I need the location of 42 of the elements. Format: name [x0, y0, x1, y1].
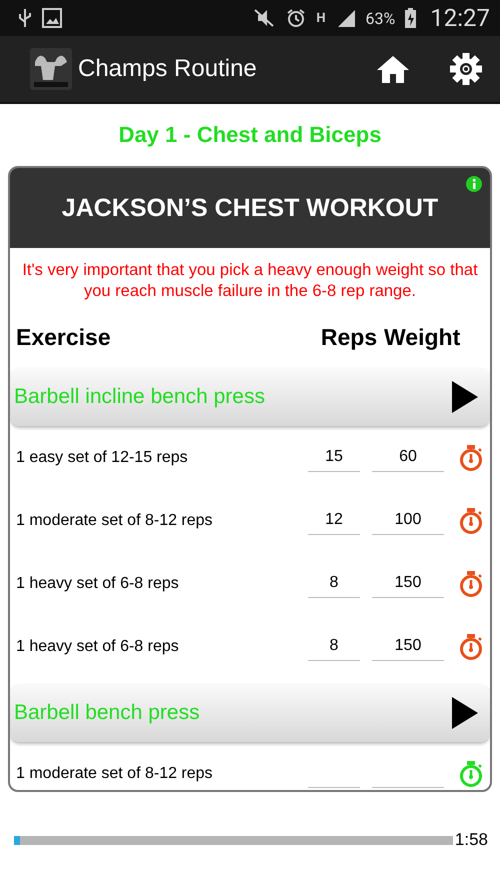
time-remaining: 1:58 [454, 830, 488, 850]
reps-field[interactable]: 12 [308, 506, 360, 535]
day-title: Day 1 - Chest and Biceps [118, 122, 382, 148]
weight-field[interactable]: 150 [372, 632, 444, 661]
battery-icon [405, 8, 416, 28]
weight-field[interactable]: 100 [372, 506, 444, 535]
bodybuilder-logo-icon [30, 48, 72, 90]
column-header: Weight [384, 324, 462, 350]
stopwatch-icon[interactable] [458, 570, 484, 598]
usb-icon [18, 8, 32, 28]
instruction-text: It's very important that you pick a heavy enough weight so that you reach muscle failure in the 6-8 rep range. [21, 260, 479, 302]
settings-button[interactable] [450, 53, 482, 85]
clock-time: 12:27 [430, 4, 490, 32]
set-description: 1 easy set of 12-15 reps [16, 448, 189, 466]
set-description: 1 heavy set of 6-8 reps [16, 574, 180, 592]
battery-percent: 63% [366, 8, 396, 28]
info-icon[interactable] [466, 176, 482, 192]
reps-field[interactable]: 8 [308, 632, 360, 661]
column-header: Exercise [16, 324, 112, 350]
stopwatch-icon[interactable] [458, 444, 484, 472]
reps-field[interactable]: 8 [308, 569, 360, 598]
play-icon [450, 380, 480, 414]
weight-field[interactable]: 60 [372, 443, 444, 472]
network-type: H [316, 10, 326, 26]
home-icon [376, 54, 410, 84]
image-icon [42, 8, 62, 28]
mute-icon [252, 8, 276, 28]
workout-title: JACKSON’S CHEST WORKOUT [62, 194, 438, 222]
signal-icon [336, 8, 356, 28]
stopwatch-icon[interactable] [458, 632, 484, 660]
column-header: Reps [320, 324, 378, 350]
app-title: Champs Routine [78, 55, 258, 83]
set-description: 1 moderate set of 8-12 reps [16, 764, 214, 782]
settings-icon [450, 53, 482, 85]
set-description: 1 heavy set of 6-8 reps [16, 638, 180, 656]
home-button[interactable] [376, 54, 410, 84]
set-description: 1 moderate set of 8-12 reps [16, 512, 214, 530]
stopwatch-icon[interactable] [458, 506, 484, 534]
alarm-icon [286, 8, 306, 28]
reps-field[interactable]: 15 [308, 443, 360, 472]
weight-field[interactable]: 150 [372, 569, 444, 598]
play-icon [450, 696, 480, 730]
